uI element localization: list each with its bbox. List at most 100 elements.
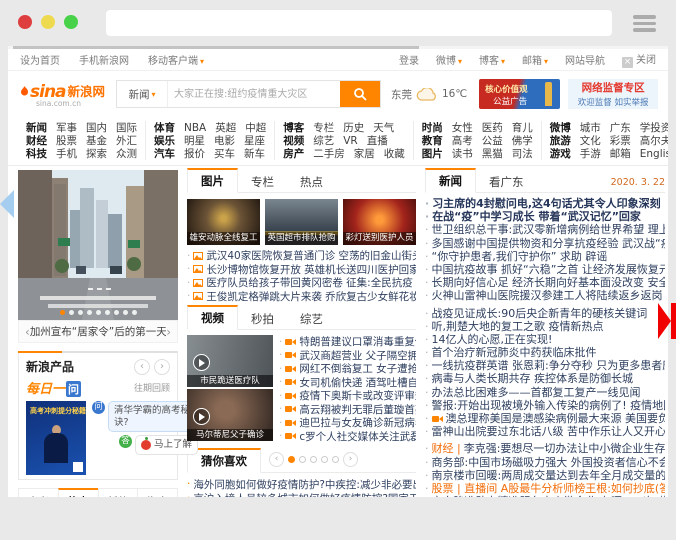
- topbar-link[interactable]: 设为首页: [20, 52, 60, 67]
- horizontal-scrollbar[interactable]: [8, 46, 668, 49]
- news-item[interactable]: ·中国抗疫故事 抓好“六稳”之首 让经济发展恢复元气: [425, 263, 665, 276]
- topbar-link[interactable]: 网站导航: [565, 52, 605, 67]
- network-supervision-box[interactable]: 网络监督专区 欢迎监督 如实举报: [568, 79, 658, 109]
- news-item[interactable]: ·财经 |李克强:要想尽一切办法让中小微企业生存下来: [425, 442, 665, 455]
- photo-thumbnail[interactable]: 雄安动脉全线复工: [187, 199, 260, 245]
- guess-prev-button[interactable]: ‹: [269, 452, 284, 467]
- news-item[interactable]: ·澳总理称美国是澳感染病例最大来源 美国要负责: [425, 412, 665, 425]
- topbar-link[interactable]: 移动客户端▾: [148, 52, 204, 67]
- shop-tab-淘宝[interactable]: 淘宝: [137, 489, 177, 497]
- nav-item[interactable]: 邮箱: [610, 146, 631, 161]
- nav-item[interactable]: 读书: [452, 146, 473, 161]
- carousel-dot[interactable]: [132, 310, 137, 315]
- tab-综艺[interactable]: 综艺: [287, 308, 336, 329]
- news-item[interactable]: ·商务部:中国市场磁吸力强大 外国投资者信心不会变: [425, 456, 665, 469]
- carousel-dots[interactable]: [18, 310, 178, 315]
- shop-tab-高考[interactable]: 高考: [19, 489, 58, 497]
- nav-item[interactable]: 买车: [214, 146, 235, 161]
- minimize-window-button[interactable]: [41, 15, 55, 29]
- nav-item[interactable]: 手游: [580, 146, 601, 161]
- products-prev-button[interactable]: ‹: [134, 359, 150, 375]
- news-item[interactable]: ·警报:开始出现被境外输入传染的病例了! 疫情地图: [425, 399, 665, 412]
- carousel-dot[interactable]: [96, 310, 101, 315]
- zoom-window-button[interactable]: [64, 15, 78, 29]
- nav-item[interactable]: 科技: [26, 146, 47, 161]
- news-item[interactable]: ·战疫见证成长:90后央企新青年的硬核关键词: [425, 307, 665, 320]
- address-bar[interactable]: [106, 10, 612, 36]
- photo-list-item[interactable]: ·王俊凯定格弹跳大片来袭 乔欣复古少女鲜花妆: [187, 290, 416, 304]
- nav-item[interactable]: 收藏: [384, 146, 405, 161]
- news-item[interactable]: ·长期向好信心足 经济长期向好基本面没改变 安全复工: [425, 276, 665, 289]
- carousel-dot[interactable]: [123, 310, 128, 315]
- tab-热点[interactable]: 热点: [287, 171, 336, 192]
- nav-item[interactable]: English: [640, 148, 668, 160]
- photo-list-item[interactable]: ·长沙博物馆恢复开放 英雄机长送四川医护回家: [187, 263, 416, 277]
- news-item[interactable]: ·习主席的4封慰问电,这4句话尤其令人印象深刻: [425, 197, 665, 210]
- tab-图片[interactable]: 图片: [187, 168, 238, 193]
- carousel-dot[interactable]: [87, 310, 92, 315]
- carousel-dot[interactable]: [60, 310, 65, 315]
- news-item[interactable]: ·南京楼市回暖:两周成交量达到去年全月成交量的78%: [425, 469, 665, 482]
- video-list-item[interactable]: ·武汉商超营业 父子隔空拥抱: [279, 349, 416, 363]
- guess-list-item[interactable]: ·海外同胞如何做好疫情防护?中疾控:减少非必要出行: [187, 477, 416, 491]
- sina-logo[interactable]: sina 新浪网 sina.com.cn: [20, 81, 116, 108]
- nav-item[interactable]: 图片: [422, 146, 443, 161]
- nav-item[interactable]: 探索: [86, 146, 107, 161]
- products-next-button[interactable]: ›: [154, 359, 170, 375]
- browser-menu-icon[interactable]: [633, 15, 656, 35]
- news-item[interactable]: ·病毒与人类长期共存 疾控体系是防御长城: [425, 372, 665, 385]
- photo-thumbnail[interactable]: 彩灯送别医护人员: [343, 199, 416, 245]
- nav-item[interactable]: 二手房: [313, 146, 345, 161]
- video-list-item[interactable]: ·c罗个人社交媒体关注武磊: [279, 430, 416, 444]
- close-bar-button[interactable]: ×关闭: [622, 51, 656, 68]
- news-item[interactable]: ·股票 | 直播间 A股最牛分析师榜王根:如何抄底(答疑): [425, 482, 665, 495]
- video-thumbnail[interactable]: 市民跪送医疗队: [187, 335, 273, 387]
- topbar-link[interactable]: 登录: [399, 52, 419, 67]
- news-item[interactable]: ·在战“疫”中学习成长 带着“武汉记忆”回家: [425, 210, 665, 223]
- nav-item[interactable]: 新车: [244, 146, 265, 161]
- nav-item[interactable]: 汽车: [154, 146, 175, 161]
- left-edge-arrow[interactable]: [0, 190, 14, 218]
- tab-看广东[interactable]: 看广东: [476, 171, 537, 192]
- nav-item[interactable]: 历史: [343, 120, 364, 135]
- news-item[interactable]: ·一线抗疫群英谱 张恩莉:争分夺秒 只为更多患者康复: [425, 359, 665, 372]
- photo-list-item[interactable]: ·武汉40家医院恢复普通门诊 空荡的旧金山街头: [187, 249, 416, 263]
- topbar-link[interactable]: 博客▾: [479, 52, 505, 67]
- video-list-item[interactable]: ·女司机偷快递 酒驾吐槽自己: [279, 376, 416, 390]
- pager-dot[interactable]: [321, 456, 328, 463]
- weather-widget[interactable]: 东莞 16℃: [391, 87, 467, 102]
- close-window-button[interactable]: [18, 15, 32, 29]
- nav-item[interactable]: 报价: [184, 146, 205, 161]
- topbar-link[interactable]: 微博▾: [436, 52, 462, 67]
- nav-item[interactable]: NBA: [184, 122, 206, 134]
- search-button[interactable]: [340, 81, 380, 107]
- shop-tab-新款[interactable]: 新款: [98, 489, 138, 497]
- nav-item[interactable]: 游戏: [550, 146, 571, 161]
- video-list-item[interactable]: ·网红不倒翁复工 女子遭抢亲: [279, 362, 416, 376]
- video-list-item[interactable]: ·特朗普建议口罩消毒重复使用: [279, 335, 416, 349]
- video-list-item[interactable]: ·迪巴拉与女友确诊新冠病毒: [279, 416, 416, 430]
- carousel-dot[interactable]: [105, 310, 110, 315]
- video-thumbnail[interactable]: 马尔蒂尼父子确诊: [187, 389, 273, 441]
- right-edge-arrow[interactable]: [658, 303, 676, 339]
- news-item[interactable]: ·雷神山出院要过东北话八级 苦中作乐让人又开心又感动: [425, 425, 665, 438]
- guess-list-item[interactable]: ·京沪入境人员较多城市如何做好疫情防控?国家卫健委: [187, 491, 416, 497]
- nav-item[interactable]: 司法: [512, 146, 533, 161]
- pager-dot[interactable]: [299, 456, 306, 463]
- tab-秒拍[interactable]: 秒拍: [238, 308, 287, 329]
- news-item[interactable]: ·“你守护患者,我们守护你” 求助 辟谣: [425, 250, 665, 263]
- tab-视频[interactable]: 视频: [187, 305, 238, 330]
- nav-item[interactable]: VR: [343, 135, 357, 147]
- news-item[interactable]: ·首个治疗新冠肺炎中药获临床批件: [425, 346, 665, 359]
- news-item[interactable]: ·办法总比困难多——首都复工复产一线见闻: [425, 386, 665, 399]
- news-item[interactable]: ·世卫组织总干事:武汉零新增病例给世界希望 理上网来: [425, 223, 665, 236]
- news-item[interactable]: ·多国感谢中国提供物资和分享抗疫经验 武汉战“疫”: [425, 237, 665, 250]
- search-input[interactable]: [168, 81, 340, 107]
- carousel-next-icon[interactable]: ›: [166, 325, 171, 339]
- news-item[interactable]: ·定向降准助力精准服务中小微企业 左晖121次“搬迁”: [425, 495, 665, 497]
- nav-item[interactable]: 手机: [56, 146, 77, 161]
- photo-thumbnail[interactable]: 英国超市排队抢购: [265, 199, 338, 245]
- nav-item[interactable]: 家居: [354, 146, 375, 161]
- nav-item[interactable]: 黑猫: [482, 146, 503, 161]
- carousel-dot[interactable]: [69, 310, 74, 315]
